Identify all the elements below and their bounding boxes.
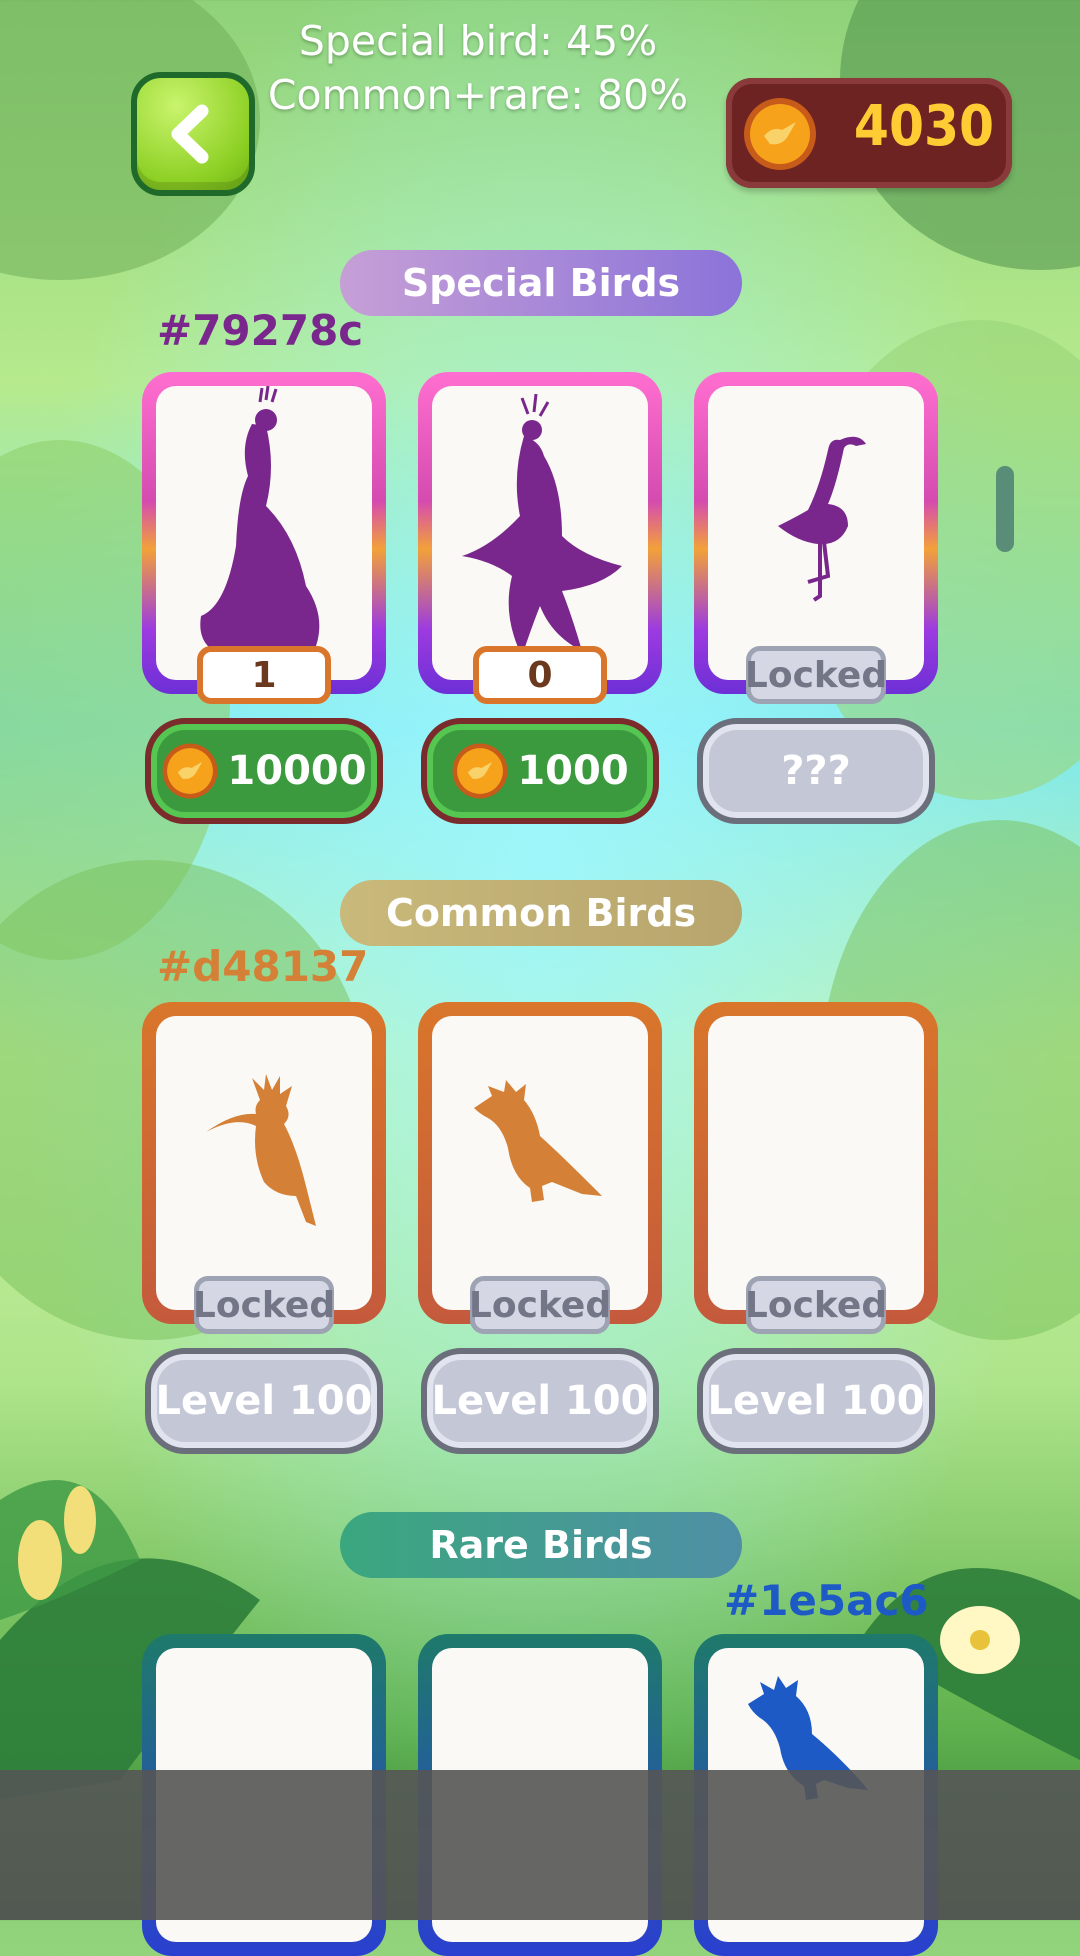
special-rate-text: Special bird: 45% xyxy=(298,17,658,65)
flamingo-locked-badge: Locked xyxy=(745,646,887,704)
phoenix-count-badge: 0 xyxy=(473,646,607,704)
coin-icon xyxy=(744,98,816,170)
peacock-count-badge: 1 xyxy=(197,646,331,704)
flamingo-unknown-button[interactable]: ??? xyxy=(697,718,935,824)
crested-bird-locked-badge: Locked xyxy=(469,1276,611,1334)
rare-birds-heading: Rare Birds xyxy=(340,1512,742,1578)
crested-bird-level-button[interactable]: Level 100 xyxy=(421,1348,659,1454)
coin-count: 4030 xyxy=(853,94,995,159)
empty-card-level-button[interactable]: Level 100 xyxy=(697,1348,935,1454)
rare-color-label: #1e5ac6 xyxy=(724,1576,929,1625)
hoopoe-locked-badge: Locked xyxy=(193,1276,335,1334)
peacock-silhouette-icon xyxy=(200,386,320,660)
phoenix-price: 1000 xyxy=(517,748,629,794)
common-rare-rate-text: Common+rare: 80% xyxy=(267,71,689,119)
peacock-price: 10000 xyxy=(227,748,367,794)
empty-card-locked-badge: Locked xyxy=(745,1276,887,1334)
coin-icon xyxy=(162,743,218,799)
special-birds-heading: Special Birds xyxy=(340,250,742,316)
special-color-label: #79278c xyxy=(157,306,364,355)
coin-balance-panel: 4030 xyxy=(726,78,1012,188)
scrollbar-thumb[interactable] xyxy=(996,466,1014,552)
coin-icon xyxy=(452,743,508,799)
common-birds-heading: Common Birds xyxy=(340,880,742,946)
common-color-label: #d48137 xyxy=(157,942,369,991)
crested-bird-silhouette-icon xyxy=(474,1080,602,1202)
hoopoe-silhouette-icon xyxy=(206,1074,316,1226)
back-button[interactable] xyxy=(131,72,255,196)
chevron-left-icon xyxy=(171,104,209,164)
drop-rate-stats: Special bird: 45% Common+rare: 80% xyxy=(240,14,716,122)
buy-peacock-button[interactable]: 10000 xyxy=(145,718,383,824)
bottom-overlay-bar xyxy=(0,1770,1080,1920)
phoenix-silhouette-icon xyxy=(462,393,622,656)
flamingo-silhouette-icon xyxy=(778,436,866,602)
hoopoe-level-button[interactable]: Level 100 xyxy=(145,1348,383,1454)
buy-phoenix-button[interactable]: 1000 xyxy=(421,718,659,824)
